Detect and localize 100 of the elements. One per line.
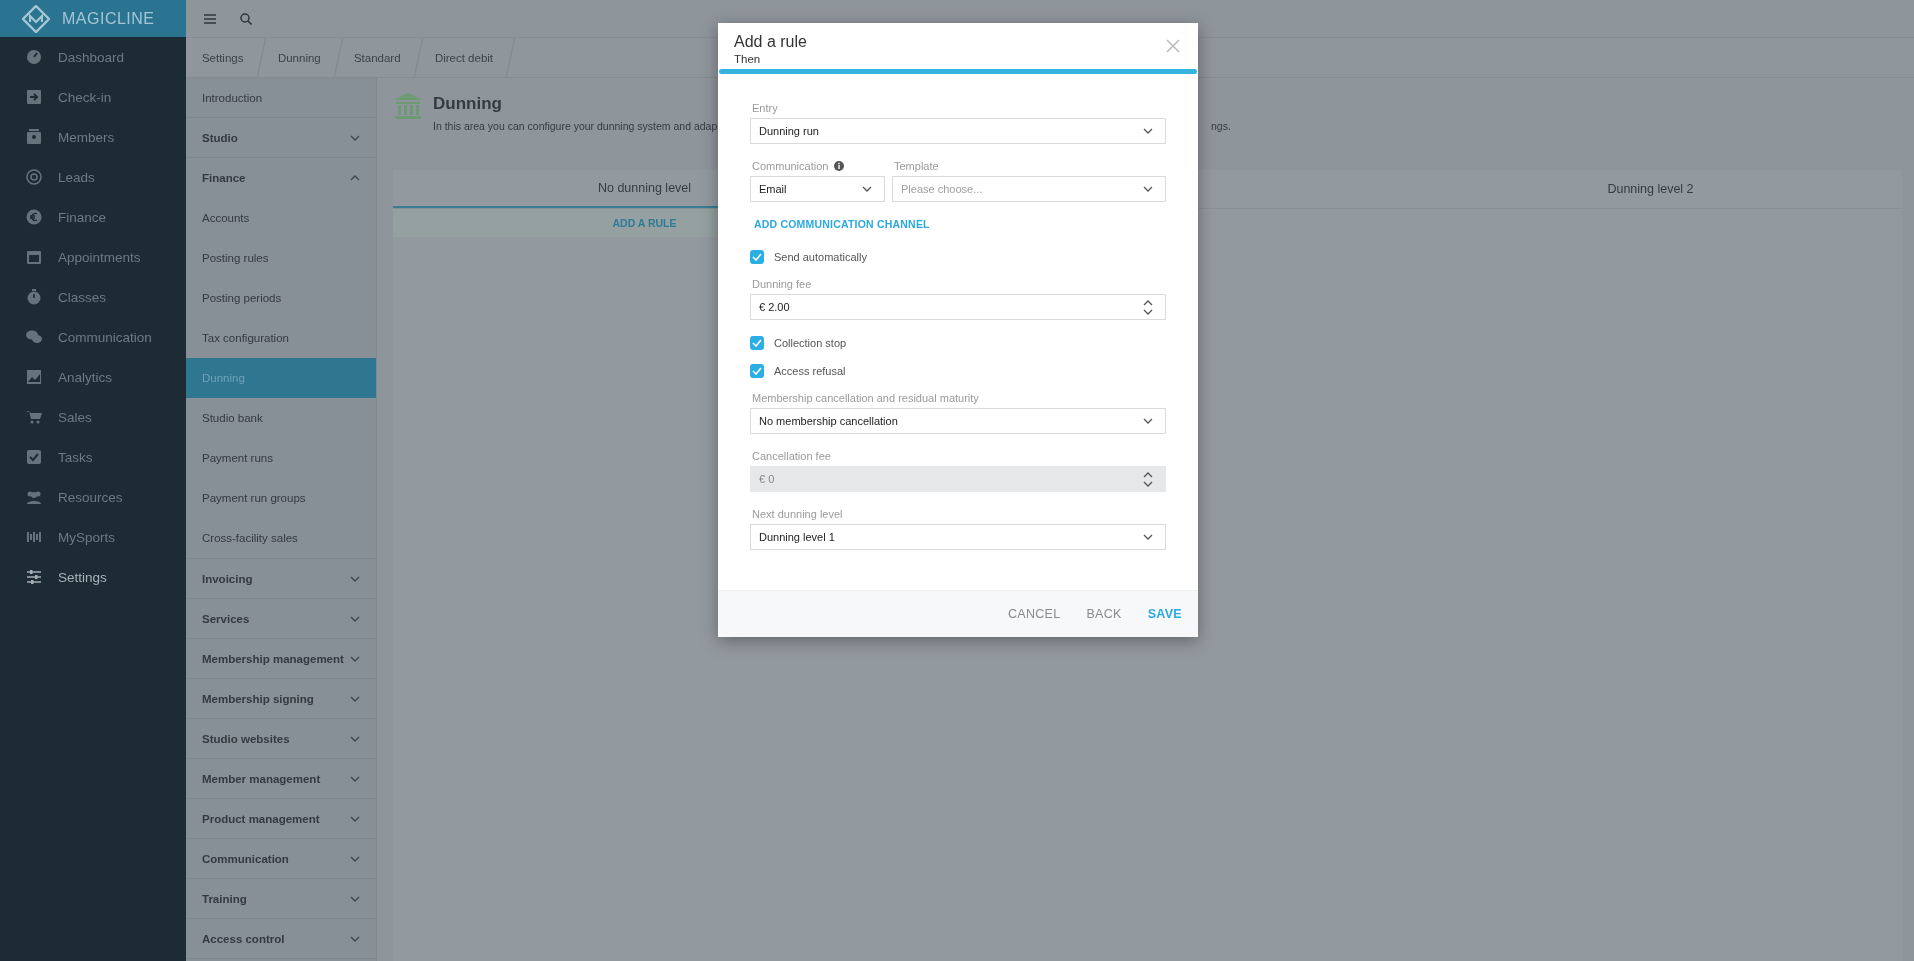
nav-icon — [26, 409, 42, 425]
checkbox-label: Collection stop — [774, 337, 847, 349]
field-label: Entry — [752, 102, 779, 114]
nav-item[interactable]: Settings — [0, 557, 186, 597]
nav-item[interactable]: Sales — [0, 397, 186, 437]
nav-item[interactable]: MySports — [0, 517, 186, 557]
nav-item[interactable]: Tasks — [0, 437, 186, 477]
submenu-item[interactable]: Tax configuration — [186, 318, 376, 358]
submenu-item[interactable]: Introduction — [186, 78, 376, 118]
submenu-group-label: Finance — [202, 172, 246, 184]
submenu-group[interactable]: Membership management — [186, 639, 376, 679]
menu-icon[interactable] — [204, 13, 216, 24]
nav-label: Check-in — [58, 89, 112, 105]
nav-icon — [26, 89, 42, 105]
breadcrumb[interactable]: Standard — [354, 51, 402, 64]
nav-label: Leads — [58, 169, 95, 185]
nav-item[interactable]: Analytics — [0, 357, 186, 397]
nav-item[interactable]: Finance — [0, 197, 186, 237]
page-description: ngs. — [1211, 120, 1231, 132]
nav-item[interactable]: Leads — [0, 157, 186, 197]
chevron-icon — [350, 895, 360, 902]
breadcrumb[interactable]: Direct debit — [435, 51, 494, 64]
nav-item[interactable]: Communication — [0, 317, 186, 357]
select-field[interactable]: No membership cancellation — [750, 408, 1166, 434]
nav-label: Finance — [58, 209, 107, 225]
dropdown-chevron-icon — [1143, 128, 1153, 134]
submenu-group[interactable]: Services — [186, 599, 376, 639]
submenu-group[interactable]: Membership signing — [186, 679, 376, 719]
submenu-item[interactable]: Payment runs — [186, 438, 376, 478]
submenu-group[interactable]: Studio — [186, 118, 376, 158]
chevron-icon — [350, 775, 360, 782]
submenu-item[interactable]: Accounts — [186, 198, 376, 238]
submenu-item[interactable]: Studio bank — [186, 398, 376, 438]
chevron-down-icon — [1143, 308, 1153, 315]
select-field[interactable]: Dunning run — [750, 118, 1166, 144]
chevron-icon — [350, 575, 360, 582]
nav-label: Members — [58, 129, 115, 145]
breadcrumb[interactable]: Dunning — [277, 51, 321, 64]
nav-item[interactable]: Members — [0, 117, 186, 157]
submenu-group-label: Studio websites — [202, 732, 290, 745]
checkbox[interactable] — [750, 250, 764, 264]
dialog-subtitle: Then — [734, 53, 762, 65]
nav-item[interactable]: Check-in — [0, 77, 186, 117]
nav-icon — [26, 129, 42, 145]
nav-icon — [26, 569, 42, 585]
checkbox[interactable] — [750, 336, 764, 350]
dialog-button[interactable]: SAVE — [1147, 603, 1182, 625]
select-field[interactable]: Dunning level 1 — [750, 524, 1166, 550]
search-icon[interactable] — [240, 12, 252, 25]
dropdown-chevron-icon — [1143, 186, 1153, 192]
submenu-item[interactable]: Payment run groups — [186, 478, 376, 518]
field-label: Template — [894, 160, 940, 172]
chevron-up-icon — [350, 175, 360, 181]
nav-item[interactable]: Classes — [0, 277, 186, 317]
dialog-button[interactable]: BACK — [1086, 603, 1122, 625]
nav-icon — [26, 489, 42, 505]
nav-icon — [26, 289, 42, 305]
breadcrumb[interactable]: Settings — [202, 51, 244, 64]
submenu-group[interactable]: Product management — [186, 799, 376, 839]
submenu-group[interactable]: Finance — [186, 158, 376, 198]
submenu-group[interactable]: Studio websites — [186, 719, 376, 759]
checkbox[interactable] — [750, 364, 764, 378]
level-tab[interactable]: Dunning level 2 — [1399, 170, 1902, 208]
nav-label: Communication — [58, 329, 152, 345]
submenu-group[interactable]: Access control — [186, 919, 376, 959]
close-icon[interactable] — [1166, 39, 1180, 53]
nav-item[interactable]: Appointments — [0, 237, 186, 277]
submenu-group-label: Member management — [202, 772, 321, 785]
submenu-group-label: Membership management — [202, 652, 344, 665]
submenu-group[interactable]: Member management — [186, 759, 376, 799]
submenu-group[interactable]: Training — [186, 879, 376, 919]
submenu-group-label: Services — [202, 612, 250, 625]
number-field[interactable]: € 2.00 — [750, 294, 1166, 320]
submenu-item[interactable]: Posting periods — [186, 278, 376, 318]
select-field[interactable]: Please choose... — [892, 176, 1166, 202]
submenu-item[interactable]: Dunning — [186, 358, 376, 398]
nav-item[interactable]: Dashboard — [0, 37, 186, 77]
dropdown-chevron-icon — [1143, 418, 1153, 424]
chevron-icon — [350, 855, 360, 862]
submenu-group-label: Communication — [202, 852, 289, 865]
submenu-item[interactable]: Posting rules — [186, 238, 376, 278]
field-label: Cancellation fee — [752, 450, 832, 462]
submenu-item[interactable]: Cross-facility sales — [186, 518, 376, 558]
dialog-button[interactable]: CANCEL — [1007, 603, 1061, 625]
nav-icon — [26, 49, 42, 65]
submenu-group-label: Product management — [202, 812, 320, 825]
chevron-icon — [350, 655, 360, 662]
info-icon[interactable] — [834, 161, 845, 171]
submenu-group-label: Studio — [202, 131, 238, 144]
chevron-icon — [350, 935, 360, 942]
nav-item[interactable]: Resources — [0, 477, 186, 517]
nav-icon — [26, 369, 42, 385]
nav-icon — [26, 329, 42, 345]
submenu-group-label: Access control — [202, 932, 285, 945]
submenu-group[interactable]: Communication — [186, 839, 376, 879]
field-label: Next dunning level — [752, 508, 844, 520]
select-field[interactable]: Email — [750, 176, 885, 202]
submenu-group[interactable]: Invoicing — [186, 559, 376, 599]
nav-icon — [26, 249, 42, 265]
field-label: Membership cancellation and residual maturity — [752, 392, 980, 404]
